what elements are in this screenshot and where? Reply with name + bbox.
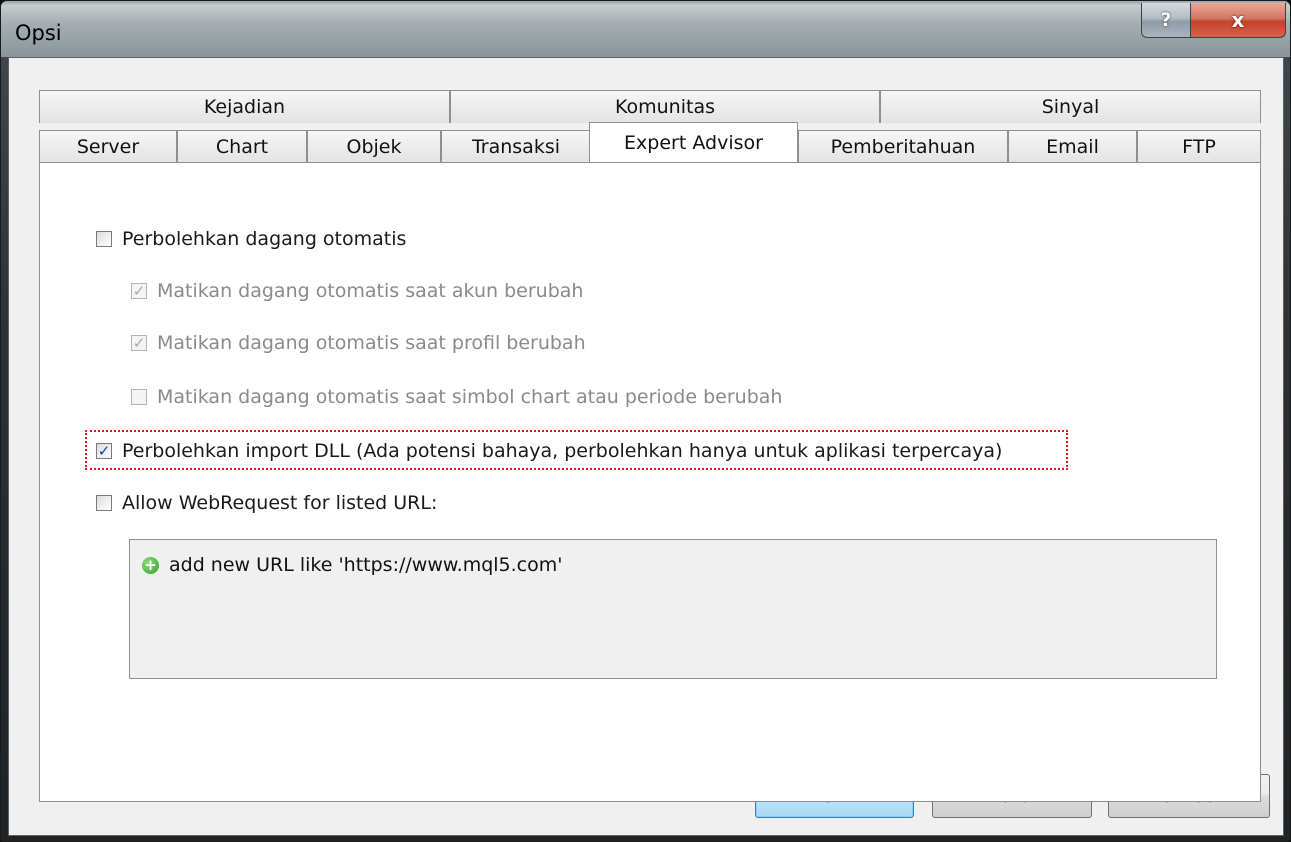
tab-expert-advisor[interactable]: Expert Advisor bbox=[589, 122, 798, 162]
tab-kejadian[interactable]: Kejadian bbox=[39, 90, 450, 123]
auto-trading-label: Perbolehkan dagang otomatis bbox=[122, 228, 407, 250]
dll-import-label: Perbolehkan import DLL (Ada potensi baha… bbox=[122, 440, 1003, 462]
tab-transaksi[interactable]: Transaksi bbox=[441, 130, 591, 163]
tab-sinyal[interactable]: Sinyal bbox=[880, 90, 1261, 123]
dll-import-checkbox[interactable]: ✓ bbox=[96, 443, 112, 459]
webrequest-label: Allow WebRequest for listed URL: bbox=[122, 492, 438, 514]
url-list[interactable]: + add new URL like 'https://www.mql5.com… bbox=[129, 539, 1217, 679]
disable-on-symbol-checkbox bbox=[131, 389, 147, 405]
disable-on-account-option: ✓ Matikan dagang otomatis saat akun beru… bbox=[131, 280, 583, 302]
window-title: Opsi bbox=[15, 21, 62, 45]
tab-komunitas[interactable]: Komunitas bbox=[450, 90, 880, 123]
tab-email[interactable]: Email bbox=[1008, 130, 1137, 163]
disable-on-account-label: Matikan dagang otomatis saat akun beruba… bbox=[157, 280, 584, 302]
webrequest-option[interactable]: Allow WebRequest for listed URL: bbox=[96, 492, 437, 514]
options-dialog: Opsi ? x Kejadian Komunitas Sinyal Serve… bbox=[0, 0, 1291, 842]
add-url-label: add new URL like 'https://www.mql5.com' bbox=[169, 554, 563, 576]
add-icon: + bbox=[142, 556, 159, 574]
close-icon[interactable]: x bbox=[1190, 3, 1286, 38]
disable-on-profile-option: ✓ Matikan dagang otomatis saat profil be… bbox=[131, 332, 586, 354]
tab-pemberitahuan[interactable]: Pemberitahuan bbox=[798, 130, 1008, 163]
expert-advisor-panel bbox=[39, 162, 1261, 802]
disable-on-symbol-label: Matikan dagang otomatis saat simbol char… bbox=[157, 386, 783, 408]
disable-on-account-checkbox: ✓ bbox=[131, 281, 147, 300]
webrequest-checkbox[interactable] bbox=[96, 495, 112, 511]
tab-objek[interactable]: Objek bbox=[307, 130, 441, 163]
dll-import-option[interactable]: ✓ Perbolehkan import DLL (Ada potensi ba… bbox=[96, 440, 1002, 462]
auto-trading-checkbox[interactable] bbox=[96, 231, 112, 247]
help-icon[interactable]: ? bbox=[1141, 3, 1191, 38]
disable-on-symbol-option: Matikan dagang otomatis saat simbol char… bbox=[131, 386, 782, 408]
title-bar[interactable]: Opsi ? x bbox=[1, 1, 1290, 57]
disable-on-profile-checkbox: ✓ bbox=[131, 333, 147, 352]
auto-trading-option[interactable]: Perbolehkan dagang otomatis bbox=[96, 228, 406, 250]
add-url-item[interactable]: + add new URL like 'https://www.mql5.com… bbox=[142, 554, 562, 576]
disable-on-profile-label: Matikan dagang otomatis saat profil beru… bbox=[157, 332, 586, 354]
dialog-body: Kejadian Komunitas Sinyal Server Chart O… bbox=[8, 57, 1284, 836]
tab-chart[interactable]: Chart bbox=[177, 130, 307, 163]
tab-server[interactable]: Server bbox=[39, 130, 177, 163]
tab-ftp[interactable]: FTP bbox=[1137, 130, 1261, 163]
